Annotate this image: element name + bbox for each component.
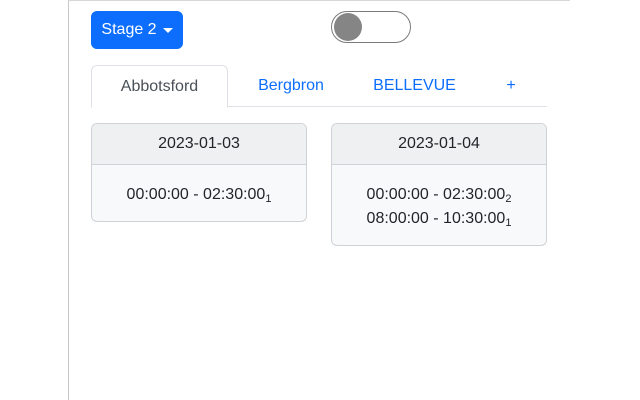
schedule-date: 2023-01-04: [332, 124, 546, 165]
toggle-switch[interactable]: [331, 11, 411, 43]
slot-stage: 1: [505, 217, 512, 229]
tab-abbotsford[interactable]: Abbotsford: [91, 65, 228, 108]
slot-time: 00:00:00 - 02:30:00: [126, 186, 266, 203]
schedule-slots: 00:00:00 - 02:30:002 08:00:00 - 10:30:00…: [332, 165, 546, 231]
slot-stage: 1: [265, 193, 272, 205]
time-slot: 00:00:00 - 02:30:002: [332, 183, 546, 207]
stage-dropdown-label: Stage 2: [101, 21, 157, 38]
area-tabs: Abbotsford Bergbron BELLEVUE +: [91, 65, 547, 108]
slot-stage: 2: [505, 193, 512, 205]
schedule-card: 2023-01-03 00:00:00 - 02:30:001: [91, 123, 307, 222]
schedule-card: 2023-01-04 00:00:00 - 02:30:002 08:00:00…: [331, 123, 547, 246]
tab-bergbron[interactable]: Bergbron: [228, 65, 354, 107]
tab-label: Bergbron: [258, 77, 324, 94]
slot-time: 08:00:00 - 10:30:00: [366, 210, 506, 227]
caret-down-icon: [162, 28, 173, 33]
toggle-knob: [334, 13, 362, 41]
tab-bellevue[interactable]: BELLEVUE: [354, 65, 475, 107]
schedule-date: 2023-01-03: [92, 124, 306, 165]
schedule-slots: 00:00:00 - 02:30:001: [92, 165, 306, 207]
add-tab-label: +: [506, 77, 516, 94]
stage-dropdown-button[interactable]: Stage 2: [91, 11, 183, 49]
time-slot: 08:00:00 - 10:30:001: [332, 207, 546, 231]
add-tab-button[interactable]: +: [475, 65, 547, 107]
time-slot: 00:00:00 - 02:30:001: [92, 183, 306, 207]
tab-label: Abbotsford: [120, 77, 199, 95]
slot-time: 00:00:00 - 02:30:00: [366, 186, 506, 203]
tab-label: BELLEVUE: [373, 77, 456, 94]
